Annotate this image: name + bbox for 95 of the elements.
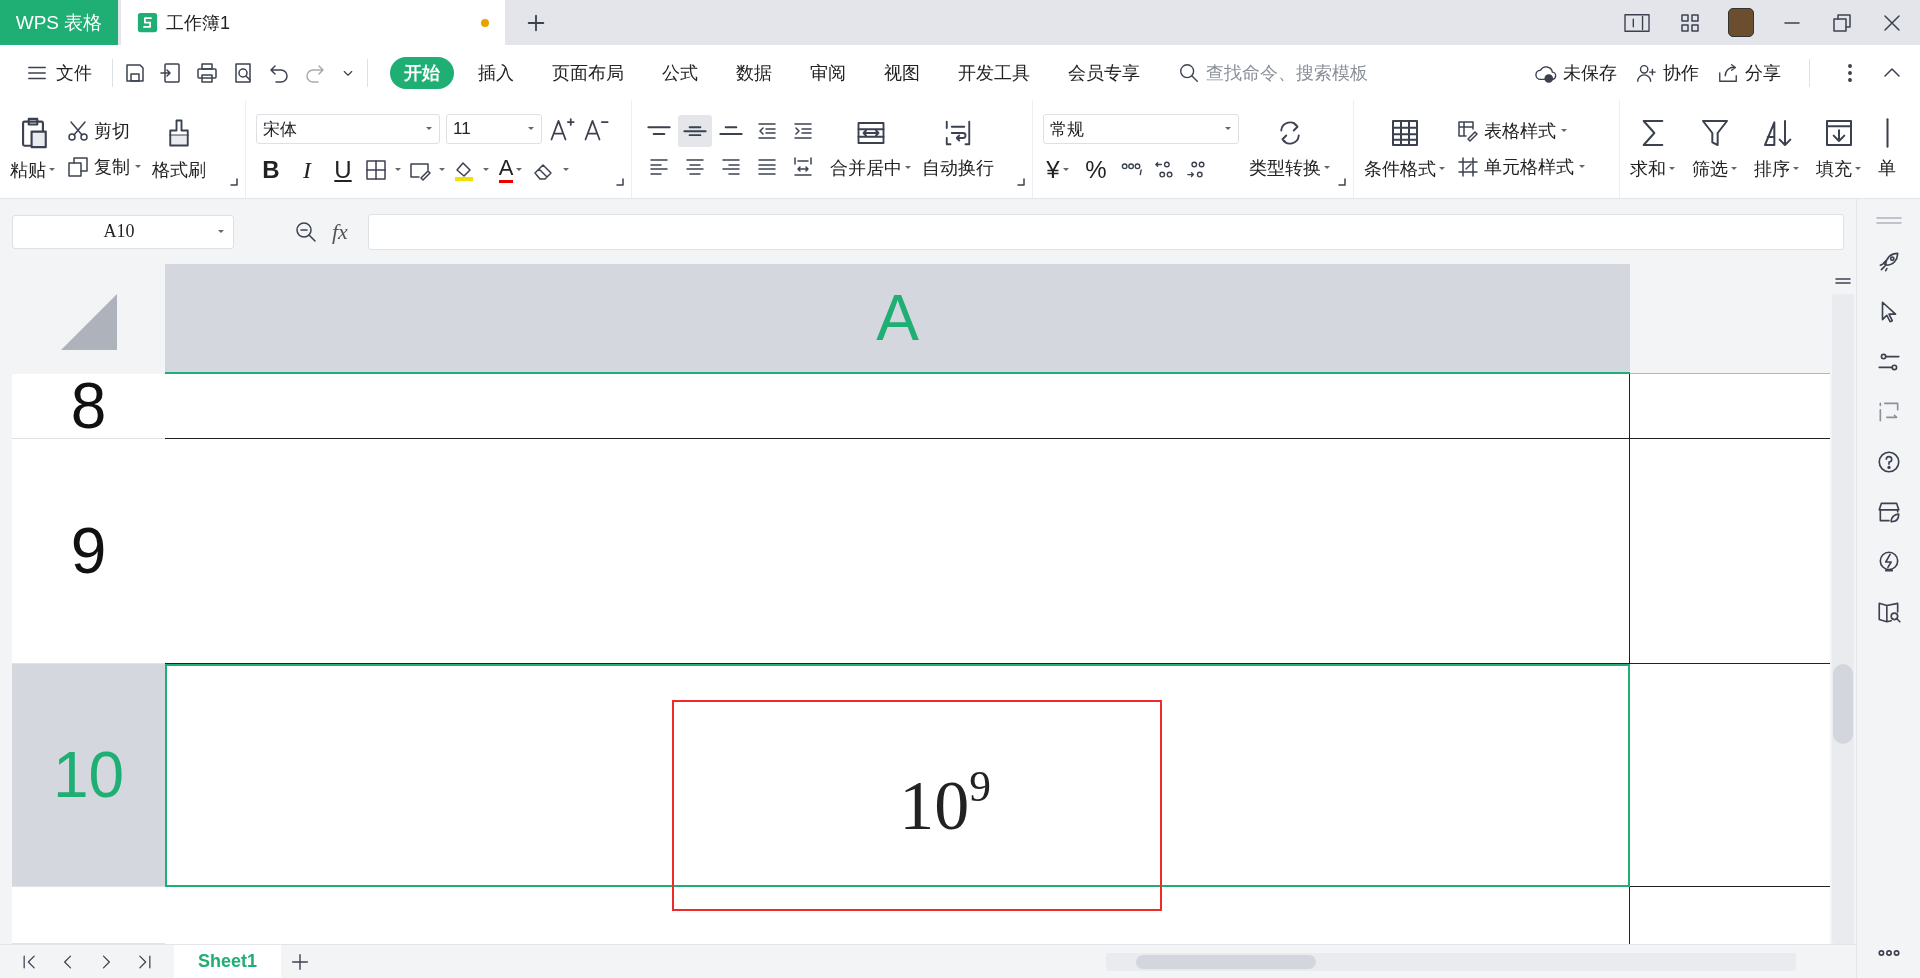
ribbon-tab[interactable]: 插入 bbox=[464, 56, 528, 89]
middle-align-button[interactable] bbox=[678, 115, 712, 147]
name-box[interactable]: A10 bbox=[12, 214, 234, 249]
cell-style-icon bbox=[1456, 155, 1480, 179]
type-convert-button[interactable]: 类型转换 bbox=[1249, 104, 1331, 194]
copy-button[interactable]: 复制 bbox=[66, 155, 142, 179]
caret-icon bbox=[1668, 165, 1676, 173]
copy-icon bbox=[66, 155, 90, 179]
caret-icon bbox=[527, 125, 535, 133]
table-style-button[interactable]: 表格样式 bbox=[1456, 119, 1586, 143]
caret-icon bbox=[48, 166, 56, 174]
top-align-icon bbox=[647, 126, 671, 136]
caret-icon bbox=[1061, 166, 1070, 174]
formula-field[interactable] bbox=[367, 213, 1844, 250]
zoom-icon[interactable] bbox=[294, 219, 318, 244]
caret-icon bbox=[217, 227, 225, 236]
sort-icon bbox=[1761, 117, 1793, 149]
conditional-format-button[interactable]: 条件格式 bbox=[1364, 104, 1446, 194]
caret-icon bbox=[562, 166, 570, 174]
dialog-launcher-icon[interactable] bbox=[1016, 177, 1026, 187]
bottom-align-icon bbox=[719, 126, 743, 136]
dialog-launcher-icon[interactable] bbox=[615, 177, 625, 187]
cut-button[interactable]: 剪切 bbox=[66, 119, 142, 143]
table-style-icon bbox=[1456, 119, 1480, 143]
cell-style-button[interactable]: 单元格样式 bbox=[1456, 155, 1586, 179]
ribbon-tab[interactable]: 视图 bbox=[870, 56, 934, 89]
caret-icon bbox=[438, 166, 446, 174]
ribbon-tab[interactable]: 页面布局 bbox=[538, 56, 638, 89]
percent-button[interactable]: % bbox=[1081, 156, 1111, 184]
border-icon[interactable] bbox=[364, 158, 388, 182]
wrap-text-button[interactable]: 自动换行 bbox=[922, 104, 994, 194]
caret-icon bbox=[134, 163, 142, 171]
caret-icon bbox=[904, 164, 912, 172]
spreadsheet-logo-icon bbox=[137, 12, 158, 33]
caret-icon bbox=[1323, 164, 1331, 172]
distributed-icon bbox=[791, 155, 815, 179]
funnel-icon bbox=[1699, 117, 1731, 149]
horizontal-scrollbar[interactable] bbox=[1106, 952, 1796, 971]
ribbon-tab[interactable]: 数据 bbox=[722, 56, 786, 89]
cell-value: 10$^{9}$ bbox=[898, 761, 991, 847]
caret-icon bbox=[1224, 125, 1232, 133]
fill-down-icon bbox=[1823, 117, 1855, 149]
toolbar-button[interactable]: 单 bbox=[1878, 104, 1896, 194]
caret-icon bbox=[394, 166, 402, 174]
help-icon[interactable] bbox=[1875, 449, 1902, 475]
search-icon bbox=[1178, 61, 1200, 84]
caret-icon bbox=[1560, 127, 1568, 135]
scissors-icon bbox=[66, 119, 90, 143]
sort-button[interactable]: 排序 bbox=[1754, 104, 1800, 194]
line-icon bbox=[1885, 118, 1889, 148]
document-tab[interactable]: 工作簿1 bbox=[121, 0, 505, 45]
ribbon-tab[interactable]: 开发工具 bbox=[944, 56, 1044, 89]
italic-button[interactable]: I bbox=[292, 156, 322, 184]
increase-font-icon[interactable] bbox=[548, 115, 576, 143]
export-icon[interactable] bbox=[159, 60, 183, 85]
format-painter-button[interactable]: 格式刷 bbox=[152, 104, 206, 194]
font-color-button[interactable]: A bbox=[496, 157, 526, 183]
caret-icon bbox=[482, 166, 490, 174]
caret-icon bbox=[515, 166, 524, 174]
file-menu[interactable]: 文件 bbox=[16, 60, 102, 85]
merge-center-button[interactable]: 合并居中 bbox=[830, 104, 912, 194]
caret-icon bbox=[1730, 165, 1738, 173]
font-name-field[interactable]: 宋体 bbox=[256, 114, 440, 144]
caret-icon bbox=[1438, 165, 1446, 173]
number-format-field[interactable]: 常规 bbox=[1043, 114, 1239, 144]
function-label[interactable]: fx bbox=[332, 218, 348, 245]
share-button[interactable]: 分享 bbox=[1717, 60, 1781, 85]
dialog-launcher-icon[interactable] bbox=[229, 177, 239, 187]
filter-button[interactable]: 筛选 bbox=[1692, 104, 1738, 194]
avatar[interactable] bbox=[1728, 8, 1754, 37]
caret-icon bbox=[1854, 165, 1862, 173]
share-icon bbox=[1717, 61, 1739, 84]
caret-icon bbox=[425, 125, 433, 133]
fill-button[interactable]: 填充 bbox=[1816, 104, 1862, 194]
ribbon-tab[interactable]: 会员专享 bbox=[1054, 56, 1154, 89]
split-handle-icon[interactable] bbox=[1834, 276, 1852, 286]
ribbon-tab[interactable]: 审阅 bbox=[796, 56, 860, 89]
caret-icon bbox=[1578, 163, 1586, 171]
collaborate-button[interactable]: 协作 bbox=[1635, 60, 1699, 85]
underline-button[interactable]: U bbox=[328, 156, 358, 184]
ribbon-tab[interactable]: 公式 bbox=[648, 56, 712, 89]
save-status-button[interactable]: 未保存 bbox=[1535, 60, 1617, 85]
font-size-field[interactable]: 11 bbox=[446, 114, 542, 144]
currency-button[interactable]: ¥ bbox=[1043, 156, 1073, 184]
print-icon[interactable] bbox=[195, 60, 219, 85]
sum-button[interactable]: 求和 bbox=[1630, 104, 1676, 194]
handle-icon[interactable] bbox=[1874, 215, 1903, 225]
table-icon bbox=[1389, 117, 1421, 149]
vertical-scrollbar[interactable] bbox=[1832, 294, 1854, 944]
caret-icon bbox=[1792, 165, 1800, 173]
middle-align-icon bbox=[683, 125, 707, 137]
dialog-launcher-icon[interactable] bbox=[1337, 177, 1347, 187]
paste-button[interactable]: 粘贴 bbox=[10, 104, 56, 194]
wrap-text-icon bbox=[943, 118, 973, 148]
bold-button[interactable]: B bbox=[256, 156, 286, 184]
